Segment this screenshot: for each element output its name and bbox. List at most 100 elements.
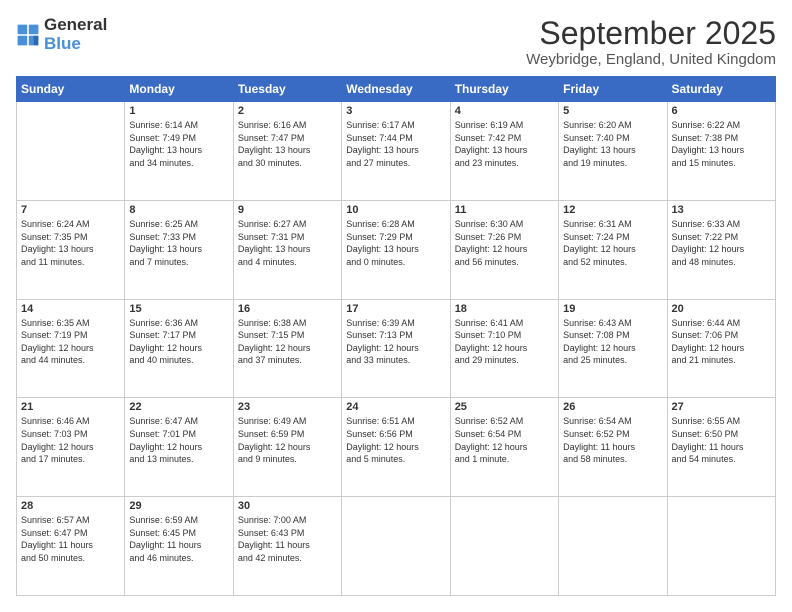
calendar-cell: 15 Sunrise: 6:36 AMSunset: 7:17 PMDayligh…	[125, 299, 233, 398]
calendar-cell: 12 Sunrise: 6:31 AMSunset: 7:24 PMDayligh…	[559, 200, 667, 299]
calendar-cell	[342, 497, 450, 596]
day-info: Sunrise: 6:35 AMSunset: 7:19 PMDaylight:…	[21, 317, 120, 367]
day-number: 12	[563, 204, 662, 216]
day-info: Sunrise: 6:44 AMSunset: 7:06 PMDaylight:…	[672, 317, 771, 367]
day-number: 14	[21, 303, 120, 315]
calendar-cell: 5 Sunrise: 6:20 AMSunset: 7:40 PMDaylight…	[559, 102, 667, 201]
header-monday: Monday	[125, 77, 233, 102]
day-info: Sunrise: 6:25 AMSunset: 7:33 PMDaylight:…	[129, 218, 228, 268]
day-number: 28	[21, 500, 120, 512]
day-info: Sunrise: 6:27 AMSunset: 7:31 PMDaylight:…	[238, 218, 337, 268]
day-number: 15	[129, 303, 228, 315]
day-number: 4	[455, 105, 554, 117]
header-wednesday: Wednesday	[342, 77, 450, 102]
calendar-cell: 10 Sunrise: 6:28 AMSunset: 7:29 PMDayligh…	[342, 200, 450, 299]
week-row-5: 28 Sunrise: 6:57 AMSunset: 6:47 PMDayligh…	[17, 497, 776, 596]
day-info: Sunrise: 6:14 AMSunset: 7:49 PMDaylight:…	[129, 119, 228, 169]
week-row-1: 1 Sunrise: 6:14 AMSunset: 7:49 PMDaylight…	[17, 102, 776, 201]
day-info: Sunrise: 6:24 AMSunset: 7:35 PMDaylight:…	[21, 218, 120, 268]
day-number: 6	[672, 105, 771, 117]
day-info: Sunrise: 7:00 AMSunset: 6:43 PMDaylight:…	[238, 514, 337, 564]
header-sunday: Sunday	[17, 77, 125, 102]
day-info: Sunrise: 6:20 AMSunset: 7:40 PMDaylight:…	[563, 119, 662, 169]
day-number: 30	[238, 500, 337, 512]
day-info: Sunrise: 6:22 AMSunset: 7:38 PMDaylight:…	[672, 119, 771, 169]
day-info: Sunrise: 6:39 AMSunset: 7:13 PMDaylight:…	[346, 317, 445, 367]
week-row-4: 21 Sunrise: 6:46 AMSunset: 7:03 PMDayligh…	[17, 398, 776, 497]
month-title: September 2025	[526, 16, 776, 51]
calendar-cell	[559, 497, 667, 596]
day-info: Sunrise: 6:51 AMSunset: 6:56 PMDaylight:…	[346, 415, 445, 465]
calendar-cell: 18Sunrise: 6:41 AMSunset: 7:10 PMDayligh…	[450, 299, 558, 398]
day-number: 9	[238, 204, 337, 216]
calendar-header-row: SundayMondayTuesdayWednesdayThursdayFrid…	[17, 77, 776, 102]
day-info: Sunrise: 6:57 AMSunset: 6:47 PMDaylight:…	[21, 514, 120, 564]
calendar-cell: 9 Sunrise: 6:27 AMSunset: 7:31 PMDaylight…	[233, 200, 341, 299]
day-number: 20	[672, 303, 771, 315]
location: Weybridge, England, United Kingdom	[526, 51, 776, 68]
calendar-cell: 19 Sunrise: 6:43 AMSunset: 7:08 PMDayligh…	[559, 299, 667, 398]
day-info: Sunrise: 6:28 AMSunset: 7:29 PMDaylight:…	[346, 218, 445, 268]
day-number: 22	[129, 401, 228, 413]
day-number: 24	[346, 401, 445, 413]
day-info: Sunrise: 6:47 AMSunset: 7:01 PMDaylight:…	[129, 415, 228, 465]
day-info: Sunrise: 6:31 AMSunset: 7:24 PMDaylight:…	[563, 218, 662, 268]
calendar-cell: 22 Sunrise: 6:47 AMSunset: 7:01 PMDayligh…	[125, 398, 233, 497]
week-row-3: 14 Sunrise: 6:35 AMSunset: 7:19 PMDayligh…	[17, 299, 776, 398]
day-number: 23	[238, 401, 337, 413]
day-number: 21	[21, 401, 120, 413]
calendar-cell: 3 Sunrise: 6:17 AMSunset: 7:44 PMDaylight…	[342, 102, 450, 201]
day-info: Sunrise: 6:54 AMSunset: 6:52 PMDaylight:…	[563, 415, 662, 465]
day-number: 26	[563, 401, 662, 413]
header-friday: Friday	[559, 77, 667, 102]
calendar-cell: 16 Sunrise: 6:38 AMSunset: 7:15 PMDayligh…	[233, 299, 341, 398]
day-number: 16	[238, 303, 337, 315]
day-number: 2	[238, 105, 337, 117]
calendar-cell: 6 Sunrise: 6:22 AMSunset: 7:38 PMDaylight…	[667, 102, 775, 201]
day-info: Sunrise: 6:49 AMSunset: 6:59 PMDaylight:…	[238, 415, 337, 465]
calendar-cell: 1 Sunrise: 6:14 AMSunset: 7:49 PMDaylight…	[125, 102, 233, 201]
calendar-cell: 23 Sunrise: 6:49 AMSunset: 6:59 PMDayligh…	[233, 398, 341, 497]
day-info: Sunrise: 6:52 AMSunset: 6:54 PMDaylight:…	[455, 415, 554, 465]
day-number: 10	[346, 204, 445, 216]
day-info: Sunrise: 6:30 AMSunset: 7:26 PMDaylight:…	[455, 218, 554, 268]
calendar-cell: 2Sunrise: 6:16 AMSunset: 7:47 PMDaylight…	[233, 102, 341, 201]
header-saturday: Saturday	[667, 77, 775, 102]
logo-line1: General	[44, 16, 107, 35]
week-row-2: 7Sunrise: 6:24 AMSunset: 7:35 PMDaylight…	[17, 200, 776, 299]
calendar-cell: 14 Sunrise: 6:35 AMSunset: 7:19 PMDayligh…	[17, 299, 125, 398]
day-number: 1	[129, 105, 228, 117]
calendar-cell	[450, 497, 558, 596]
day-number: 3	[346, 105, 445, 117]
day-info: Sunrise: 6:46 AMSunset: 7:03 PMDaylight:…	[21, 415, 120, 465]
day-number: 17	[346, 303, 445, 315]
day-info: Sunrise: 6:38 AMSunset: 7:15 PMDaylight:…	[238, 317, 337, 367]
day-number: 29	[129, 500, 228, 512]
day-number: 5	[563, 105, 662, 117]
day-info: Sunrise: 6:55 AMSunset: 6:50 PMDaylight:…	[672, 415, 771, 465]
calendar-body: 1 Sunrise: 6:14 AMSunset: 7:49 PMDaylight…	[17, 102, 776, 596]
day-number: 27	[672, 401, 771, 413]
calendar-cell: 30 Sunrise: 7:00 AMSunset: 6:43 PMDayligh…	[233, 497, 341, 596]
calendar-cell: 24 Sunrise: 6:51 AMSunset: 6:56 PMDayligh…	[342, 398, 450, 497]
day-number: 25	[455, 401, 554, 413]
calendar-cell: 7Sunrise: 6:24 AMSunset: 7:35 PMDaylight…	[17, 200, 125, 299]
day-number: 8	[129, 204, 228, 216]
calendar-cell: 28 Sunrise: 6:57 AMSunset: 6:47 PMDayligh…	[17, 497, 125, 596]
day-info: Sunrise: 6:36 AMSunset: 7:17 PMDaylight:…	[129, 317, 228, 367]
logo: General Blue	[16, 16, 107, 53]
calendar-cell: 4Sunrise: 6:19 AMSunset: 7:42 PMDaylight…	[450, 102, 558, 201]
calendar-cell: 27 Sunrise: 6:55 AMSunset: 6:50 PMDayligh…	[667, 398, 775, 497]
day-info: Sunrise: 6:17 AMSunset: 7:44 PMDaylight:…	[346, 119, 445, 169]
calendar-cell: 17 Sunrise: 6:39 AMSunset: 7:13 PMDayligh…	[342, 299, 450, 398]
day-number: 11	[455, 204, 554, 216]
calendar-cell: 25 Sunrise: 6:52 AMSunset: 6:54 PMDayligh…	[450, 398, 558, 497]
calendar-cell: 29Sunrise: 6:59 AMSunset: 6:45 PMDayligh…	[125, 497, 233, 596]
day-info: Sunrise: 6:43 AMSunset: 7:08 PMDaylight:…	[563, 317, 662, 367]
day-number: 19	[563, 303, 662, 315]
day-number: 13	[672, 204, 771, 216]
header-tuesday: Tuesday	[233, 77, 341, 102]
calendar: SundayMondayTuesdayWednesdayThursdayFrid…	[16, 76, 776, 596]
day-info: Sunrise: 6:33 AMSunset: 7:22 PMDaylight:…	[672, 218, 771, 268]
calendar-cell	[667, 497, 775, 596]
